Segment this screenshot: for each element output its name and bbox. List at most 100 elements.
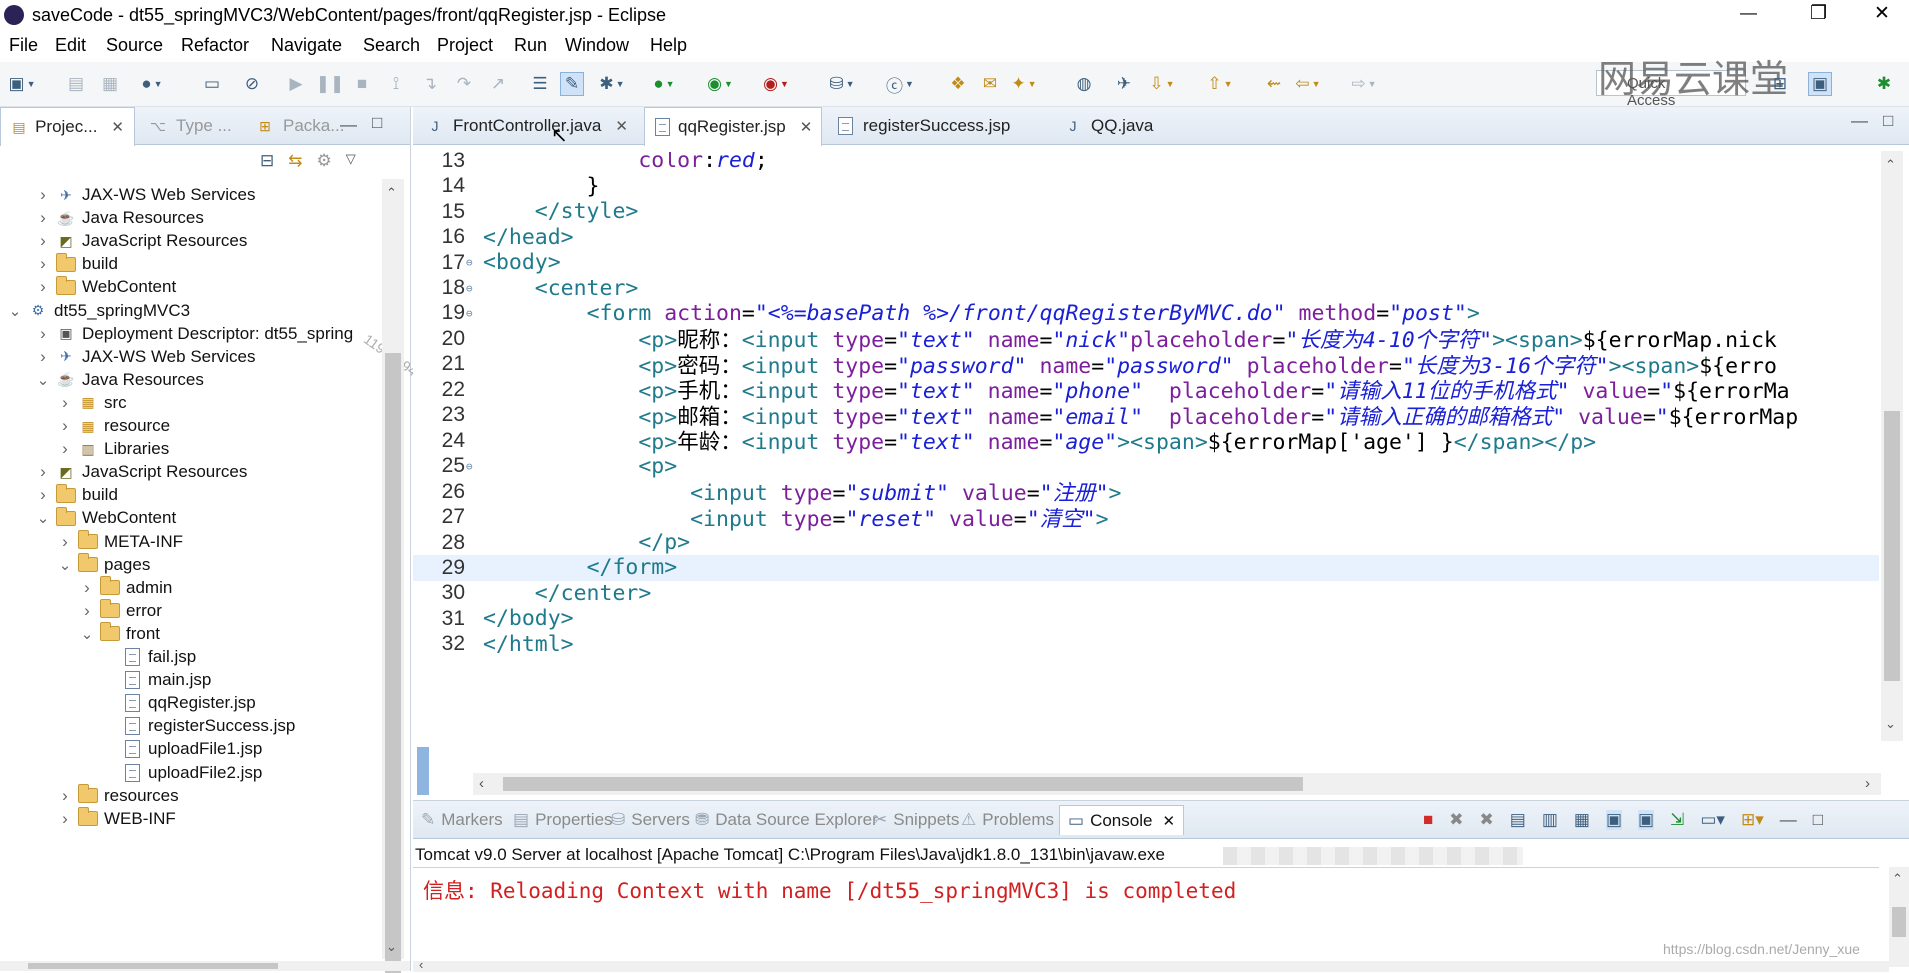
tab-project-explorer[interactable]: ▤ Projec... ✕ [0,107,135,146]
tab-type-hierarchy[interactable]: ⌥ Type ... [138,107,242,145]
scroll-left-icon[interactable]: ‹ [479,775,484,792]
tree-item[interactable]: main.jsp [102,668,211,692]
eclipse-run-target-icon[interactable]: ● ▼ [140,72,164,96]
tree-item[interactable]: › ▦ resource [58,414,170,438]
expanded-chevron-icon[interactable]: ⌄ [8,302,22,320]
use-step-filters-icon[interactable]: ☰ [528,72,552,96]
collapsed-chevron-icon[interactable]: › [36,254,50,274]
display-console-icon[interactable]: ▭▾ [1700,810,1725,830]
fold-toggle-icon[interactable]: ⊖ [466,256,473,269]
scroll-right-icon[interactable]: › [1865,775,1870,792]
menu-run[interactable]: Run [514,35,547,56]
tree-item[interactable]: ⌄ front [80,622,160,646]
collapsed-chevron-icon[interactable]: › [80,578,94,598]
toggle-ant-icon[interactable]: ✈ [1112,72,1136,96]
suspend-icon[interactable]: ❚❚ [316,72,345,96]
scroll-down-icon[interactable]: ⌄ [1885,716,1896,732]
code-line[interactable]: 25 ⊖ <p> [413,453,1879,479]
collapsed-chevron-icon[interactable]: › [36,347,50,367]
tab-qqregister-jsp[interactable]: qqRegister.jsp ✕ [644,107,822,146]
scroll-left-icon[interactable]: ‹ [419,957,423,972]
collapsed-chevron-icon[interactable]: › [58,809,72,829]
show-on-stdout-icon[interactable]: ▣ [1605,810,1623,830]
run-icon[interactable]: ● ▼ [652,72,676,96]
tree-item[interactable]: › ▦ src [58,391,127,415]
disconnect-icon[interactable]: ⟟ [384,72,408,96]
code-line[interactable]: 29 </form> [413,555,1879,581]
console-scrollbar[interactable]: ⌃ [1889,867,1909,967]
collapsed-chevron-icon[interactable]: › [58,532,72,552]
filters-icon[interactable]: ⚙ [317,151,332,171]
tab-snippets[interactable]: ✂ Snippets [873,805,959,835]
tree-item[interactable]: › resources [58,784,179,808]
code-line[interactable]: 22 <p>手机：<input type="text" name="phone"… [413,377,1879,405]
back-icon[interactable]: ⇦ ▼ [1295,72,1320,96]
tree-item[interactable]: fail.jsp [102,645,196,669]
tree-item[interactable]: ⌄ WebContent [36,506,176,530]
tree-item[interactable]: qqRegister.jsp [102,691,256,715]
scroll-up-icon[interactable]: ⌃ [1885,157,1896,173]
open-web-browser-icon[interactable]: ◍ [1072,72,1096,96]
view-menu-icon[interactable]: ▽ [346,151,356,171]
menu-refactor[interactable]: Refactor [181,35,249,56]
terminate-icon[interactable]: ■ [350,72,374,96]
menu-navigate[interactable]: Navigate [271,35,342,56]
code-line[interactable]: 23 <p>邮箱：<input type="text" name="email"… [413,403,1879,430]
fold-toggle-icon[interactable]: ⊖ [466,460,473,473]
tree-item[interactable]: ⌄ pages [58,553,150,577]
tab-qq-java[interactable]: J QQ.java [1053,107,1163,145]
code-view[interactable]: 13 color:red; 14 } 15 </style> 16 </head> 17 ⊖… [413,152,1879,742]
tab-registersuccess-jsp[interactable]: registerSuccess.jsp [825,107,1020,145]
collapsed-chevron-icon[interactable]: › [58,393,72,413]
tree-item[interactable]: registerSuccess.jsp [102,714,295,738]
menu-source[interactable]: Source [106,35,163,56]
tree-item[interactable]: › ▣ Deployment Descriptor: dt55_spring [36,322,353,346]
tab-problems[interactable]: ⚠ Problems [961,805,1054,835]
close-icon[interactable]: ✕ [1162,812,1175,830]
remove-launch-icon[interactable]: ✖ [1449,810,1463,830]
menu-search[interactable]: Search [363,35,420,56]
maximize-editor-icon[interactable]: □ [1883,111,1893,131]
close-icon[interactable]: ✕ [111,118,124,136]
scroll-lock-icon[interactable]: ▥ [1542,810,1558,830]
minimize-view-icon[interactable]: — [340,115,357,135]
tree-item[interactable]: › ◩ JavaScript Resources [36,229,247,253]
code-line[interactable]: 21 <p>密码：<input type="password" name="pa… [413,352,1879,379]
code-line[interactable]: 31 </body> [413,606,1879,632]
collapsed-chevron-icon[interactable]: › [36,208,50,228]
code-line[interactable]: 17 ⊖ <body> [413,250,1879,276]
code-line[interactable]: 14 } [413,173,1879,199]
terminal-icon[interactable]: ▭ [200,72,224,96]
console-h-scrollbar[interactable]: ‹ [413,957,1889,972]
tree-item[interactable]: › build [36,252,118,276]
collapsed-chevron-icon[interactable]: › [58,439,72,459]
step-into-icon[interactable]: ↴ [418,72,442,96]
collapsed-chevron-icon[interactable]: › [36,231,50,251]
editor-v-scrollbar[interactable]: ⌃ ⌄ [1881,151,1903,741]
step-return-icon[interactable]: ↗ [486,72,510,96]
code-line[interactable]: 13 color:red; [413,152,1879,174]
collapsed-chevron-icon[interactable]: › [36,277,50,297]
tree-item[interactable]: › build [36,483,118,507]
menu-window[interactable]: Window [565,35,629,56]
java-ee-perspective-icon[interactable]: ▣ [1808,72,1832,96]
remove-all-terminated-icon[interactable]: ✖ [1480,810,1494,830]
new-icon[interactable]: ▣ ▼ [9,72,36,96]
save-all-icon[interactable]: ▦ [98,72,122,96]
maximize-view-icon[interactable]: □ [1813,810,1823,830]
pin-console-icon[interactable]: ⇲ [1670,810,1684,830]
h-scrollbar-thumb[interactable] [28,963,278,969]
menu-project[interactable]: Project [437,35,493,56]
collapsed-chevron-icon[interactable]: › [58,416,72,436]
open-task-icon[interactable]: ✉ [978,72,1002,96]
scrollbar-thumb[interactable] [1884,411,1900,681]
code-line[interactable]: 19 ⊖ <form action="<%=basePath %>/front/q… [413,301,1879,327]
menu-edit[interactable]: Edit [55,35,86,56]
minimize-editor-icon[interactable]: — [1851,111,1868,131]
tree-item[interactable]: › error [80,599,162,623]
tree-item[interactable]: uploadFile1.jsp [102,737,262,761]
code-line[interactable]: 15 </style> [413,199,1879,225]
code-line[interactable]: 20 <p>昵称：<input type="text" name="nick"p… [413,326,1879,354]
clear-console-icon[interactable]: ▤ [1510,810,1526,830]
collapsed-chevron-icon[interactable]: › [58,786,72,806]
